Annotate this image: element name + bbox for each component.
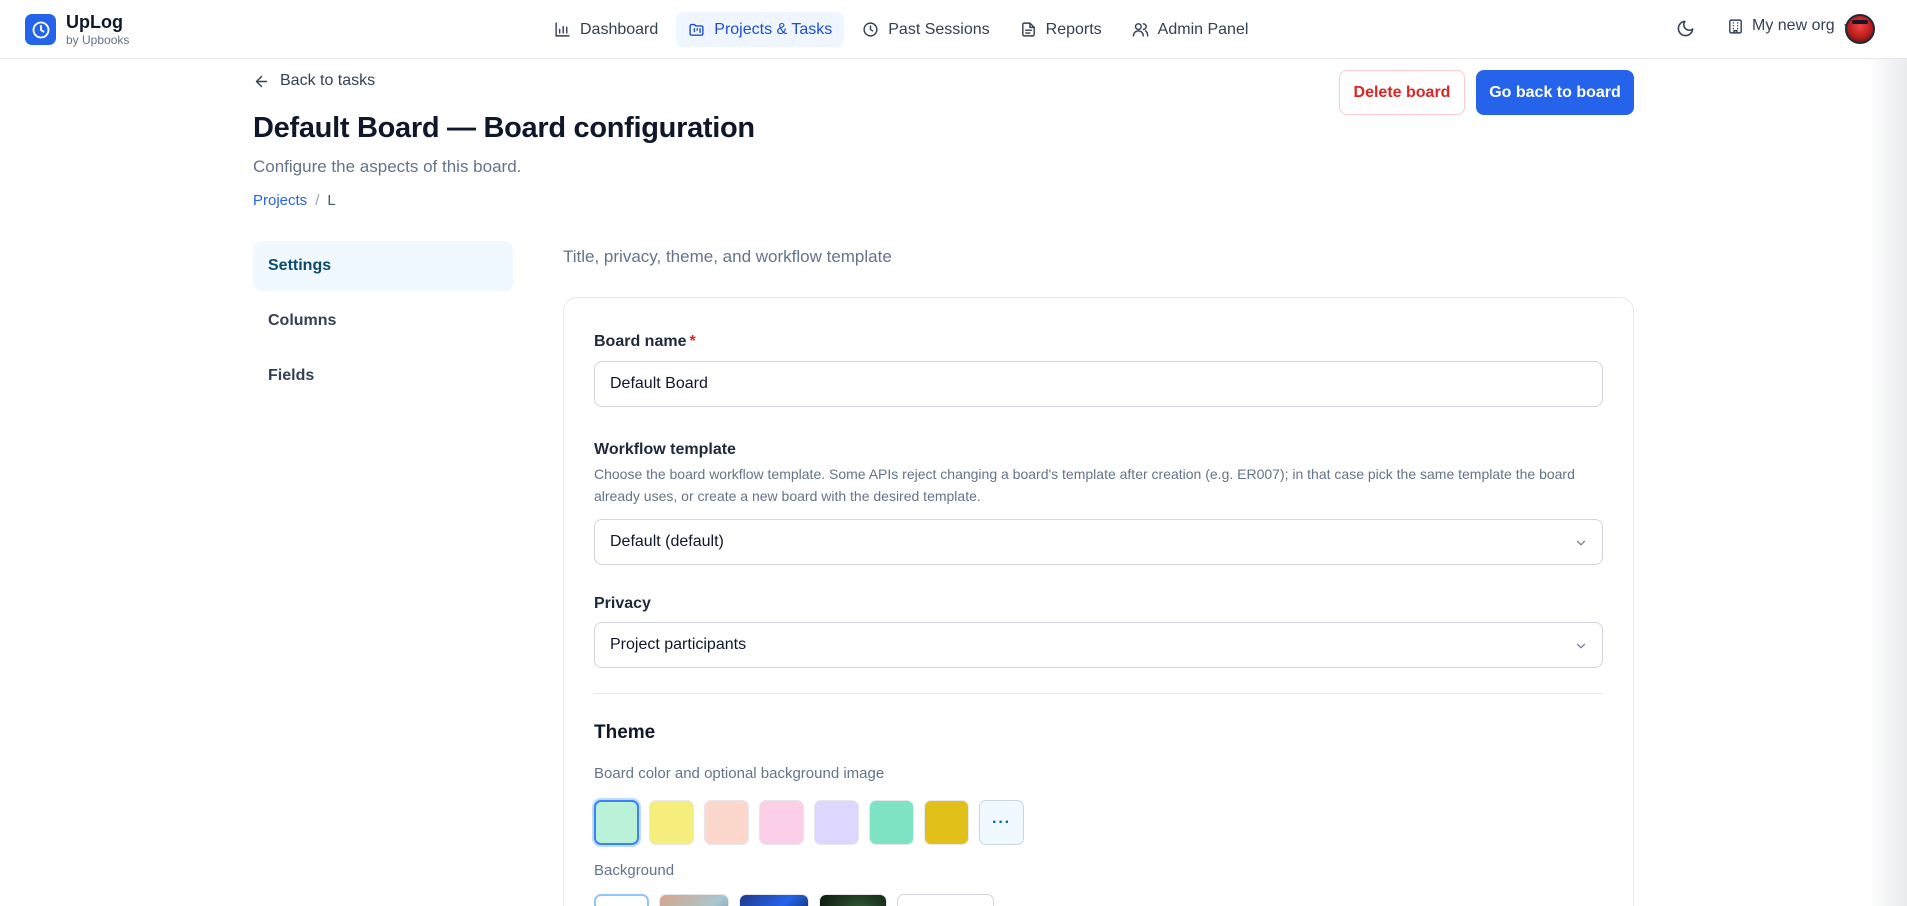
clock-icon [863, 22, 878, 37]
color-swatch[interactable] [814, 800, 859, 845]
arrow-left-icon [255, 75, 268, 87]
back-to-tasks-label: Back to tasks [280, 72, 376, 89]
main-nav: Dashboard Projects & Tasks Past Sessions… [542, 12, 1260, 47]
brand-name: UpLog [66, 12, 123, 32]
color-swatch[interactable] [704, 800, 749, 845]
workflow-template-select[interactable]: Default (default) [594, 519, 1603, 565]
breadcrumb-projects[interactable]: Projects [253, 192, 307, 209]
board-config-menu: Settings Columns Fields [253, 241, 513, 406]
privacy-value: Project participants [610, 636, 747, 653]
file-text-icon [1021, 22, 1035, 37]
section-divider [594, 693, 1603, 694]
nav-dashboard-label: Dashboard [580, 20, 659, 38]
delete-board-button[interactable]: Delete board [1339, 70, 1465, 115]
workflow-template-value: Default (default) [610, 533, 724, 550]
window-edge-fade [1867, 0, 1907, 906]
nav-projects-tasks[interactable]: Projects & Tasks [676, 12, 845, 47]
top-navigation-bar: UpLog by Upbooks Dashboard Projects & Ta… [0, 0, 1907, 59]
background-image-option[interactable] [739, 894, 809, 906]
brand-subtitle: by Upbooks [66, 33, 130, 47]
theme-heading: Theme [594, 722, 656, 743]
background-none-option[interactable] [594, 894, 649, 906]
required-mark: * [689, 333, 696, 350]
background-label: Background [594, 862, 675, 879]
nav-admin-panel-label: Admin Panel [1157, 20, 1249, 38]
chevron-down-icon [1576, 540, 1586, 546]
nav-past-sessions-label: Past Sessions [888, 20, 990, 38]
dark-mode-toggle[interactable] [1676, 19, 1698, 41]
breadcrumb-separator: / [315, 192, 320, 209]
menu-item-settings[interactable]: Settings [253, 241, 513, 291]
nav-past-sessions[interactable]: Past Sessions [850, 12, 1001, 47]
menu-item-fields[interactable]: Fields [253, 351, 513, 401]
color-swatch[interactable] [649, 800, 694, 845]
settings-caption: Title, privacy, theme, and workflow temp… [563, 247, 892, 266]
nav-dashboard[interactable]: Dashboard [542, 12, 670, 47]
org-switcher[interactable]: My new org [1727, 17, 1854, 35]
background-options [594, 894, 994, 906]
color-swatch[interactable] [759, 800, 804, 845]
nav-reports-label: Reports [1045, 20, 1102, 38]
menu-item-columns[interactable]: Columns [253, 296, 513, 346]
color-swatches: ··· [594, 800, 1024, 845]
breadcrumb: Projects / L [253, 192, 336, 209]
board-name-input[interactable] [594, 361, 1603, 407]
color-swatch[interactable] [869, 800, 914, 845]
privacy-label: Privacy [594, 595, 651, 612]
users-icon [1132, 23, 1148, 37]
brand[interactable]: UpLog by Upbooks [25, 13, 129, 46]
clock-logo-icon [25, 14, 56, 45]
background-upload-option[interactable] [897, 894, 994, 906]
breadcrumb-current: L [327, 192, 336, 209]
page-title: Default Board — Board configuration [253, 112, 755, 144]
privacy-select[interactable]: Project participants [594, 622, 1603, 668]
nav-projects-tasks-label: Projects & Tasks [714, 20, 833, 38]
moon-icon [1677, 20, 1694, 37]
color-swatch[interactable] [594, 800, 639, 845]
settings-card: Board name* Workflow template Choose the… [563, 297, 1634, 906]
user-avatar[interactable] [1845, 14, 1875, 44]
bar-chart-icon [555, 22, 570, 37]
color-swatch[interactable] [924, 800, 969, 845]
more-colors-button[interactable]: ··· [979, 800, 1024, 845]
go-back-to-board-button[interactable]: Go back to board [1476, 70, 1634, 115]
org-name: My new org [1752, 17, 1835, 34]
chevron-down-icon [1576, 643, 1586, 649]
theme-subtitle: Board color and optional background imag… [594, 765, 885, 782]
background-image-option[interactable] [819, 894, 887, 906]
board-name-label: Board name * [594, 333, 696, 350]
nav-admin-panel[interactable]: Admin Panel [1120, 12, 1261, 47]
page-subtitle: Configure the aspects of this board. [253, 157, 522, 176]
workflow-template-help: Choose the board workflow template. Some… [594, 466, 1575, 504]
building-icon [1729, 18, 1742, 34]
back-to-tasks-link[interactable]: Back to tasks [253, 72, 375, 90]
nav-reports[interactable]: Reports [1008, 12, 1114, 47]
background-image-option[interactable] [659, 894, 729, 906]
workflow-template-label: Workflow template [594, 441, 736, 458]
folder-kanban-icon [689, 23, 704, 36]
